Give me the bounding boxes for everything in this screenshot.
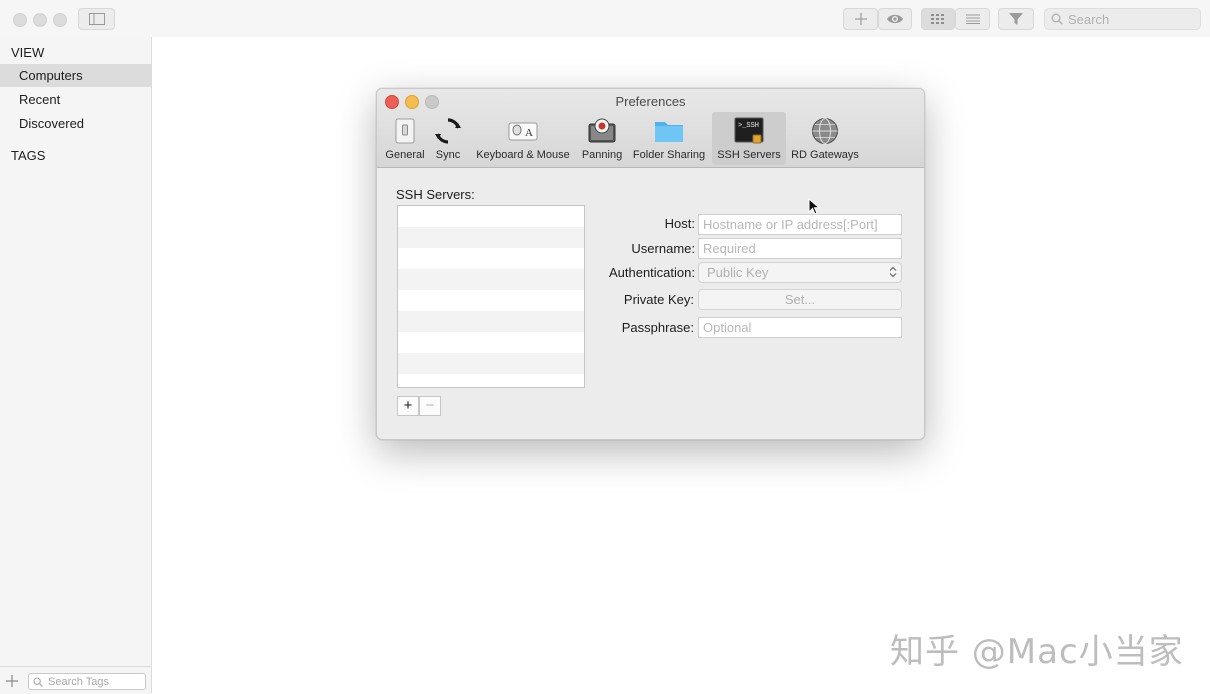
sidebar: VIEW Computers Recent Discovered TAGS Se… bbox=[0, 37, 152, 694]
add-tag-icon[interactable] bbox=[6, 675, 18, 687]
filter-button[interactable] bbox=[998, 8, 1034, 30]
grid-view-button[interactable] bbox=[921, 8, 955, 30]
search-icon bbox=[1051, 13, 1063, 25]
folder-icon bbox=[655, 122, 683, 142]
svg-text:>_SSH: >_SSH bbox=[738, 122, 759, 130]
private-key-set-button[interactable]: Set... bbox=[698, 289, 902, 310]
authentication-value: Public Key bbox=[707, 265, 769, 280]
tab-panning[interactable]: Panning bbox=[578, 112, 626, 165]
add-server-button[interactable]: + bbox=[397, 396, 419, 416]
list-row bbox=[398, 227, 584, 248]
list-row bbox=[398, 248, 584, 269]
list-icon bbox=[965, 14, 980, 24]
main-window-toolbar: Search bbox=[0, 0, 1210, 37]
ssh-servers-pane: SSH Servers: + − Host: Hostname or IP ad… bbox=[377, 168, 924, 439]
plus-icon bbox=[854, 13, 867, 25]
authentication-select[interactable]: Public Key bbox=[698, 262, 902, 283]
username-input[interactable]: Required bbox=[698, 238, 902, 259]
username-label: Username: bbox=[631, 241, 695, 256]
sync-icon bbox=[435, 118, 461, 144]
tab-sync[interactable]: Sync bbox=[428, 112, 468, 165]
list-row bbox=[398, 206, 584, 227]
preferences-toolbar: Preferences General Sync A Keyboard & Mo… bbox=[377, 89, 924, 168]
watermark-text: 知乎 @Mac小当家 bbox=[890, 632, 1184, 672]
preferences-title: Preferences bbox=[615, 94, 686, 109]
list-row bbox=[398, 311, 584, 332]
sidebar-heading-view: VIEW bbox=[11, 45, 45, 60]
sidebar-item-discovered[interactable]: Discovered bbox=[0, 112, 151, 135]
close-button[interactable] bbox=[13, 13, 27, 27]
tab-ssh-servers[interactable]: >_SSH SSH Servers bbox=[712, 112, 786, 165]
search-tags-field[interactable]: Search Tags bbox=[28, 673, 146, 690]
tab-rd-gateways[interactable]: RD Gateways bbox=[788, 112, 862, 165]
host-label: Host: bbox=[664, 216, 695, 231]
preview-button[interactable] bbox=[878, 8, 912, 30]
host-input[interactable]: Hostname or IP address[:Port] bbox=[698, 214, 902, 235]
tab-label: RD Gateways bbox=[791, 149, 859, 161]
add-button[interactable] bbox=[843, 8, 878, 30]
ssh-servers-label: SSH Servers: bbox=[396, 187, 475, 202]
sidebar-toggle-button[interactable] bbox=[78, 8, 115, 30]
keyboard-mouse-icon: A bbox=[508, 122, 538, 141]
remove-server-button[interactable]: − bbox=[419, 396, 441, 416]
tab-label: Panning bbox=[581, 149, 623, 161]
list-row bbox=[398, 269, 584, 290]
authentication-label: Authentication: bbox=[608, 265, 695, 280]
list-row bbox=[398, 290, 584, 311]
list-row bbox=[398, 353, 584, 374]
zoom-button[interactable] bbox=[53, 13, 67, 27]
general-switch-icon bbox=[395, 118, 415, 144]
tab-label: Sync bbox=[435, 149, 461, 161]
search-tags-placeholder: Search Tags bbox=[48, 675, 109, 688]
eye-icon bbox=[887, 14, 903, 24]
panning-icon bbox=[588, 118, 616, 143]
search-field[interactable]: Search bbox=[1044, 8, 1201, 30]
sidebar-toggle-icon bbox=[88, 13, 105, 25]
svg-text:A: A bbox=[525, 127, 533, 139]
list-row bbox=[398, 332, 584, 353]
globe-icon bbox=[812, 118, 838, 144]
terminal-ssh-icon: >_SSH bbox=[734, 117, 764, 144]
tab-label: Keyboard & Mouse bbox=[476, 149, 570, 161]
preferences-window: Preferences General Sync A Keyboard & Mo… bbox=[376, 88, 925, 440]
chevron-updown-icon bbox=[889, 266, 897, 278]
passphrase-input[interactable]: Optional bbox=[698, 317, 902, 338]
private-key-label: Private Key: bbox=[623, 292, 694, 307]
tab-label: SSH Servers bbox=[717, 149, 781, 161]
tab-label: General bbox=[385, 149, 425, 161]
tab-label: Folder Sharing bbox=[632, 149, 706, 161]
minimize-button[interactable] bbox=[33, 13, 47, 27]
sidebar-item-recent[interactable]: Recent bbox=[0, 88, 151, 111]
sidebar-heading-tags: TAGS bbox=[11, 148, 46, 163]
tab-folder-sharing[interactable]: Folder Sharing bbox=[629, 112, 709, 165]
sidebar-item-computers[interactable]: Computers bbox=[0, 64, 151, 87]
search-icon bbox=[33, 676, 43, 687]
sidebar-footer: Search Tags bbox=[0, 666, 151, 694]
ssh-servers-list[interactable] bbox=[397, 205, 585, 388]
list-view-button[interactable] bbox=[955, 8, 990, 30]
tab-general[interactable]: General bbox=[382, 112, 428, 165]
tab-keyboard-mouse[interactable]: A Keyboard & Mouse bbox=[471, 112, 575, 165]
search-placeholder: Search bbox=[1068, 11, 1110, 27]
list-row bbox=[398, 374, 584, 387]
passphrase-label: Passphrase: bbox=[621, 320, 694, 335]
filter-icon bbox=[1009, 13, 1023, 25]
mouse-cursor-icon bbox=[808, 198, 820, 215]
grid-icon bbox=[931, 14, 944, 24]
